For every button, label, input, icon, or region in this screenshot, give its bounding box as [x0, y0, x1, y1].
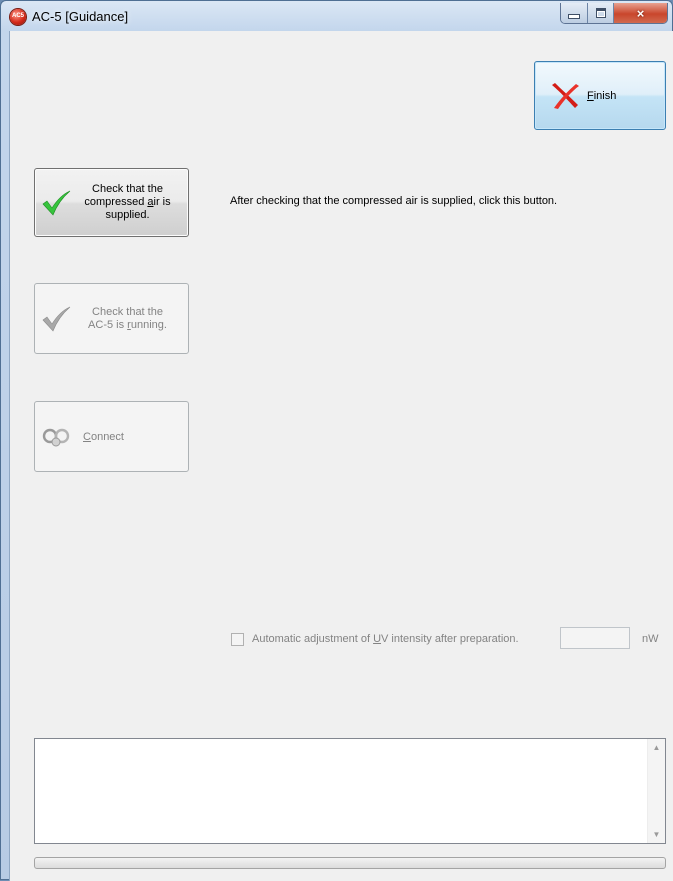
app-logo-icon[interactable]: AC5	[10, 9, 26, 25]
uv-adjustment-checkbox[interactable]	[231, 632, 244, 646]
close-button[interactable]: ×	[614, 3, 667, 23]
log-scrollbar[interactable]: ▲ ▼	[647, 739, 665, 843]
scroll-down-icon[interactable]: ▼	[648, 826, 665, 843]
check-ac5-running-label: Check that the AC-5 is running.	[88, 305, 167, 331]
connect-icon	[42, 428, 70, 446]
connect-button[interactable]: Connect	[34, 401, 189, 472]
finish-label: Finish	[587, 89, 617, 102]
check-ac5-running-button[interactable]: Check that the AC-5 is running.	[34, 283, 189, 354]
log-textbox[interactable]: ▲ ▼	[34, 738, 666, 844]
uv-unit-label: nW	[642, 633, 659, 645]
client-area: Finish Check that the compressed air is …	[9, 31, 673, 881]
maximize-icon	[595, 8, 606, 18]
uv-adjustment-option[interactable]: Automatic adjustment of UV intensity aft…	[231, 629, 519, 649]
connect-label: Connect	[83, 430, 124, 443]
app-logo-text: AC5	[11, 13, 24, 19]
gray-check-icon	[42, 306, 71, 332]
green-check-icon	[42, 190, 71, 216]
window-title: AC-5 [Guidance]	[32, 9, 129, 24]
progress-bar	[34, 857, 666, 869]
check-compressed-air-button[interactable]: Check that the compressed air is supplie…	[34, 168, 189, 237]
maximize-button[interactable]	[588, 3, 614, 23]
uv-intensity-input[interactable]	[560, 627, 630, 649]
scroll-up-icon[interactable]: ▲	[648, 739, 665, 756]
minimize-button[interactable]	[561, 3, 588, 23]
close-icon: ×	[636, 5, 645, 21]
red-x-icon	[552, 82, 579, 109]
check-compressed-air-label: Check that the compressed air is supplie…	[84, 183, 171, 221]
finish-button[interactable]: Finish	[534, 61, 666, 130]
instruction-text: After checking that the compressed air i…	[230, 195, 558, 207]
minimize-icon	[568, 13, 580, 19]
caption-buttons: ×	[560, 3, 668, 24]
uv-adjustment-label: Automatic adjustment of UV intensity aft…	[252, 633, 519, 645]
app-window: AC5 AC-5 [Guidance] × Finish Check that …	[0, 0, 673, 881]
